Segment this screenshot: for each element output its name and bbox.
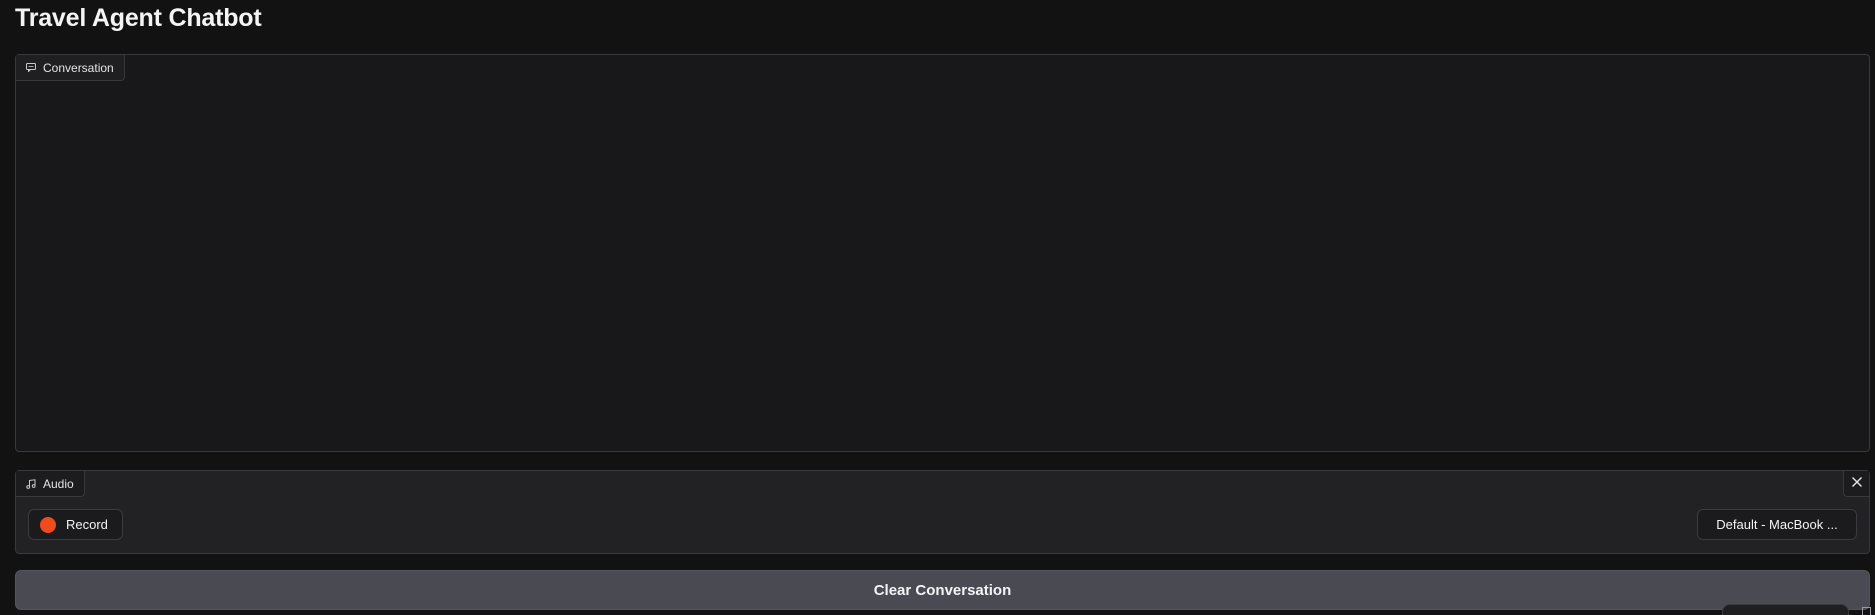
audio-label-text: Audio xyxy=(43,476,74,491)
music-note-icon xyxy=(26,478,36,489)
close-icon xyxy=(1851,475,1863,493)
app-root: Travel Agent Chatbot Conversation Audio … xyxy=(0,0,1875,615)
chatbot-label-text: Conversation xyxy=(43,60,114,75)
record-button-label: Record xyxy=(66,517,108,532)
chatbot-label: Conversation xyxy=(16,55,125,81)
audio-label: Audio xyxy=(16,471,85,497)
clear-audio-button[interactable] xyxy=(1843,471,1869,497)
corner-icon xyxy=(1862,607,1871,615)
record-button[interactable]: Record xyxy=(28,509,123,540)
page-title: Travel Agent Chatbot xyxy=(15,4,262,32)
microphone-device-select[interactable]: Default - MacBook ... xyxy=(1697,509,1857,540)
record-dot-icon xyxy=(40,516,56,533)
chatbot-panel[interactable]: Conversation xyxy=(15,54,1870,452)
clear-conversation-button[interactable]: Clear Conversation xyxy=(15,570,1870,610)
chat-bubble-icon xyxy=(26,63,36,72)
microphone-device-value: Default - MacBook ... xyxy=(1716,517,1838,532)
clear-conversation-label: Clear Conversation xyxy=(873,581,1012,599)
floating-toast[interactable] xyxy=(1722,604,1849,615)
audio-panel: Audio Record Default - MacBook ... xyxy=(15,470,1870,554)
